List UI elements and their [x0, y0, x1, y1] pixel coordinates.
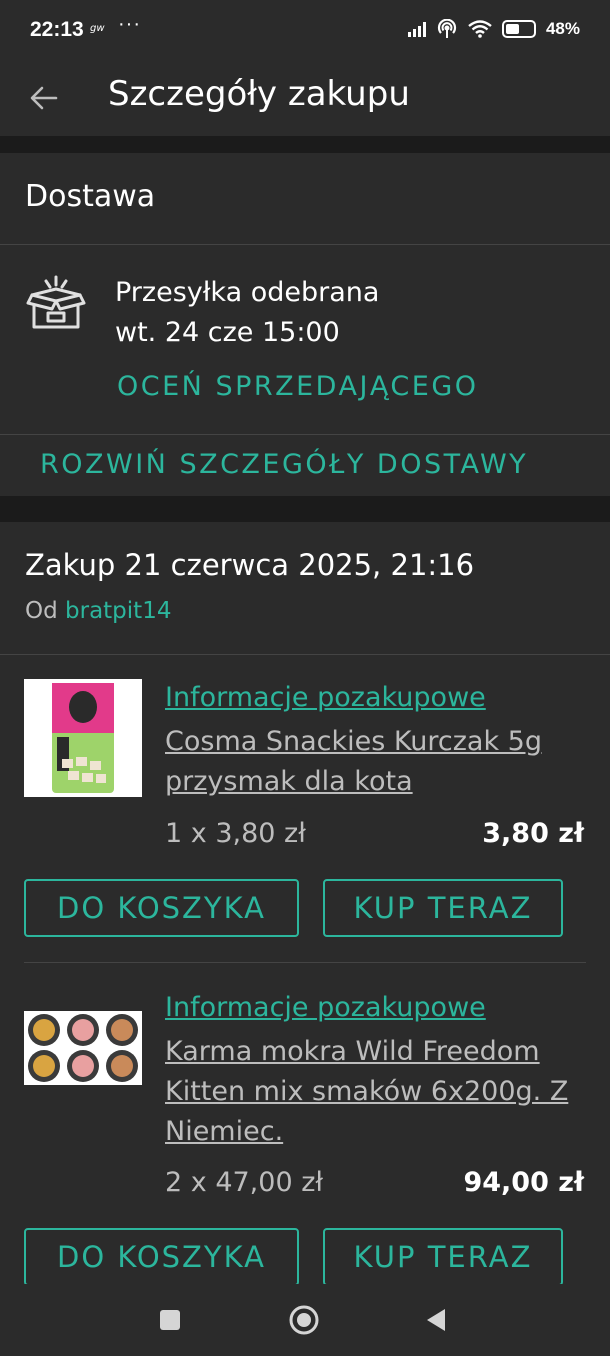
hotspot-icon	[437, 19, 456, 38]
more-notifications-icon: ···	[118, 13, 141, 35]
purchase-card: Zakup 21 czerwca 2025, 21:16 Od bratpit1…	[0, 522, 610, 1302]
status-time: 22:13	[30, 18, 84, 41]
delivery-card: Dostawa Przesyłka odebrana wt. 24 cze 15…	[0, 153, 610, 496]
add-to-cart-button[interactable]: DO KOSZYKA	[24, 879, 299, 937]
product-name-link[interactable]: Cosma Snackies Kurczak 5g przysmak dla k…	[165, 722, 585, 802]
signal-icon	[407, 21, 426, 37]
shipment-date: wt. 24 cze 15:00	[115, 317, 340, 348]
quantity-price: 1 x 3,80 zł	[165, 818, 306, 849]
product-image-wild-freedom[interactable]	[24, 1011, 142, 1085]
notification-icon: gw	[90, 20, 110, 37]
item-total: 3,80 zł	[482, 818, 584, 849]
post-purchase-info-link[interactable]: Informacje pozakupowe	[165, 992, 486, 1023]
battery-percent: 48%	[545, 19, 580, 38]
product-image-cosma-snackies[interactable]	[24, 679, 142, 797]
quantity-price: 2 x 47,00 zł	[165, 1167, 324, 1198]
status-bar: 22:13 gw ··· 48%	[0, 0, 610, 62]
rate-seller-button[interactable]: OCEŃ SPRZEDAJĄCEGO	[117, 371, 479, 402]
seller-line: Od bratpit14	[25, 598, 171, 624]
post-purchase-info-link[interactable]: Informacje pozakupowe	[165, 682, 486, 713]
seller-link[interactable]: bratpit14	[65, 598, 171, 624]
home-icon[interactable]	[288, 1304, 320, 1336]
app-bar: Szczegóły zakupu	[0, 62, 610, 136]
system-back-icon[interactable]	[425, 1307, 447, 1333]
purchase-date: Zakup 21 czerwca 2025, 21:16	[25, 548, 475, 582]
seller-label: Od	[25, 598, 58, 624]
system-navigation-bar	[0, 1284, 610, 1356]
wifi-icon	[468, 20, 492, 38]
item-total: 94,00 zł	[463, 1167, 584, 1198]
divider	[24, 962, 586, 963]
svg-text:gw: gw	[90, 23, 105, 34]
divider	[0, 654, 610, 655]
expand-delivery-details-button[interactable]: ROZWIŃ SZCZEGÓŁY DOSTAWY	[40, 449, 528, 480]
shipment-status-text: Przesyłka odebrana	[115, 277, 380, 308]
buy-now-button[interactable]: KUP TERAZ	[323, 1228, 563, 1286]
back-arrow-icon[interactable]	[26, 80, 62, 116]
divider	[0, 244, 610, 245]
battery-icon	[501, 20, 536, 38]
recent-apps-icon[interactable]	[160, 1310, 180, 1330]
delivery-section-title: Dostawa	[25, 179, 156, 214]
product-name-link[interactable]: Karma mokra Wild Freedom Kitten mix smak…	[165, 1032, 585, 1152]
divider	[0, 434, 610, 435]
buy-now-button[interactable]: KUP TERAZ	[323, 879, 563, 937]
shipment-status: Przesyłka odebrana wt. 24 cze 15:00	[115, 273, 379, 353]
add-to-cart-button[interactable]: DO KOSZYKA	[24, 1228, 299, 1286]
package-opened-icon	[26, 275, 86, 329]
page-title: Szczegóły zakupu	[108, 74, 410, 114]
